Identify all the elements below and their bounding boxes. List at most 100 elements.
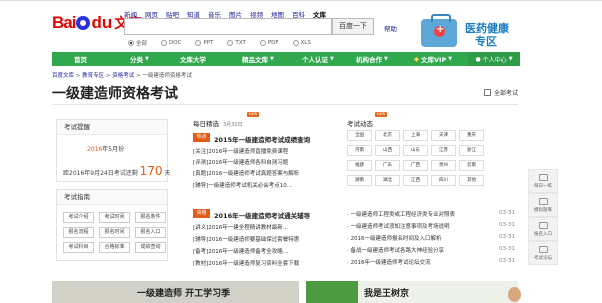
guide-tag[interactable]: 报名流程 [63,227,94,238]
guide-tag[interactable]: 考试时间 [99,212,130,223]
banner-text: 一级建造师 开工学习季 [137,289,231,299]
user-center-button[interactable]: ● 个人中心 ▼ [468,52,520,66]
news-item[interactable]: · 一级建造师工程类或工程经济类专业对照表 03-31 [347,210,515,218]
region-button[interactable]: 湖北 [375,175,400,186]
list-item[interactable]: [辅导]2016一级建造师要基础保过套餐特惠 [193,235,299,243]
nav-home[interactable]: 首页 [74,54,87,64]
breadcrumb-wenku[interactable]: 百度文库 [52,73,74,79]
filter-pdf[interactable]: PDF [259,39,279,47]
region-button[interactable]: 广东 [375,160,400,171]
region-button[interactable]: 河南 [347,145,372,156]
health-zone-banner[interactable]: 医药健康 专区 [413,14,535,52]
guide-tag[interactable]: 报名条件 [135,212,166,223]
breadcrumb-education[interactable]: 教育专区 [82,73,104,79]
list-item[interactable]: [关注]2016年一级建造师直播免费课程 [193,147,288,155]
help-link[interactable]: 帮助 [384,23,397,33]
nav-wenku-university[interactable]: 文库大学 [180,54,206,64]
search-button[interactable]: 百度一下 [332,18,374,35]
filter-ppt[interactable]: PPT [195,39,213,47]
list-item[interactable]: [真题]2016一级建造师考试真题答案与解析 [193,169,299,177]
headline-link[interactable]: 2016年一级建造师考试通关辅导 [214,210,310,220]
divider [52,104,518,105]
region-button[interactable]: 四川 [431,175,456,186]
region-button[interactable]: 山东 [403,145,428,156]
side-tool-question-bank[interactable]: 模拟题库 [528,193,558,217]
region-button[interactable]: 江西 [403,175,428,186]
register-icon [538,221,548,229]
region-button[interactable]: 全国 [347,130,372,141]
page-title: 一级建造师资格考试 [52,86,178,102]
breadcrumb-qualification[interactable]: 资格考试 [112,73,134,79]
radio-icon [292,40,299,46]
region-button[interactable]: 福建 [347,160,372,171]
exam-guide-panel: 考试指南 考试介绍 考试时间 报名条件 报名流程 报名时间 报名入口 考试科目 … [56,189,168,261]
region-button[interactable]: 上海 [403,130,428,141]
list-item[interactable]: [评测]2016年一级建造师各科自测习题 [193,158,288,166]
nav-personal-cert[interactable]: 个人认证 ▼ [302,54,334,64]
guide-tag[interactable]: 报名入口 [135,227,166,238]
reminder-countdown: 距2016年9月24日考试还剩 170 天 [63,164,171,178]
user-icon: ● [475,55,481,63]
news-item[interactable]: · 一级建造师考试须知注意事项及考场说明 03-31 [347,222,515,230]
guide-tag[interactable]: 考试科目 [63,242,94,253]
chat-icon [538,245,548,253]
hot-badge: 热点 [193,133,210,142]
chevron-down-icon: ▼ [384,56,388,62]
list-item[interactable]: [教材]2016年一级建造师复习资料全套下载 [193,259,299,267]
teacher-photo [508,287,521,302]
news-item[interactable]: · 2016年一级建造师考试论坛交流 03-31 [347,258,515,266]
study-season-banner[interactable]: 一级建造师 开工学习季 [52,281,299,303]
filter-xls[interactable]: XLS [292,39,311,47]
region-button[interactable]: 浙江 [459,145,484,156]
guide-tag[interactable]: 合格标准 [99,242,130,253]
all-exams-link[interactable]: 全部考试 [484,88,518,97]
radio-icon [195,40,202,46]
side-tool-forum[interactable]: 考试论坛 [528,241,558,265]
search-input[interactable] [124,18,332,35]
filter-all[interactable]: 全部 [128,39,147,47]
region-button[interactable]: 云南 [459,160,484,171]
guide-tag[interactable]: 成绩查询 [135,242,166,253]
region-button[interactable]: 天津 [431,130,456,141]
news-item[interactable]: · 备战一级建造师考试各路大神经验分享 03-31 [347,246,515,254]
nav-org-coop[interactable]: 机构合作 ▼ [356,54,388,64]
news-item[interactable]: · 2016一级建造师报名时间及入口解析 03-31 [347,234,515,242]
paw-icon [76,16,91,30]
region-button[interactable]: 重庆 [459,130,484,141]
region-button[interactable]: 山西 [375,145,400,156]
region-button[interactable]: 北京 [375,130,400,141]
headline-link[interactable]: 2015年一级建造师考试成绩查询 [214,134,310,144]
daily-picks-title: 每日精选 3月31日 [193,120,243,128]
nav-vip[interactable]: ◆ 文库VIP ▼ [414,54,452,64]
nav-category[interactable]: 分类 ▼ [130,54,149,64]
panel-title: 考试提醒 [57,120,167,135]
filter-txt[interactable]: TXT [227,39,246,47]
filter-doc[interactable]: DOC [161,39,181,47]
banner-title-line2: 专区 [475,35,497,48]
banner-text: 我是王树京 [364,289,410,299]
breadcrumb: 百度文库 > 教育专区 > 资格考试 > 一级建造师资格考试 [52,73,192,79]
region-button[interactable]: 贵州 [431,160,456,171]
medical-cross-icon [434,24,445,37]
nav-premium[interactable]: 精品文库 ▼ [242,54,274,64]
teacher-banner[interactable]: 我是王树京 [306,281,521,303]
medical-kit-icon [421,14,457,47]
guide-tag[interactable]: 考试介绍 [63,212,94,223]
chevron-down-icon: ▼ [145,56,149,62]
list-item[interactable]: [讲义]2016年一建全程精讲教材最新... [193,223,288,231]
region-button[interactable]: 湖南 [347,175,372,186]
chevron-down-icon: ▼ [508,56,513,62]
region-button[interactable]: 江苏 [431,145,456,156]
list-item[interactable]: [辅导]一级建造师考试机关必会考点10... [193,181,292,189]
list-item[interactable]: [备考]2016年一级建造师备考全攻略... [193,247,288,255]
panel-title: 考试指南 [57,190,167,205]
pencil-icon [538,173,548,181]
breadcrumb-current: 一级建造师资格考试 [142,73,192,79]
region-button[interactable]: 广西 [403,160,428,171]
hot-badge: 资格 [193,209,210,218]
side-tool-daily-practice[interactable]: 每日一练 [528,169,558,193]
side-tool-register[interactable]: 报名入口 [528,217,558,241]
guide-tag[interactable]: 报名时间 [99,227,130,238]
region-grid: 全国 北京 上海 天津 重庆 河南 山西 山东 江苏 浙江 福建 广东 广西 贵… [347,130,487,186]
region-button[interactable]: 其他 [459,175,484,186]
